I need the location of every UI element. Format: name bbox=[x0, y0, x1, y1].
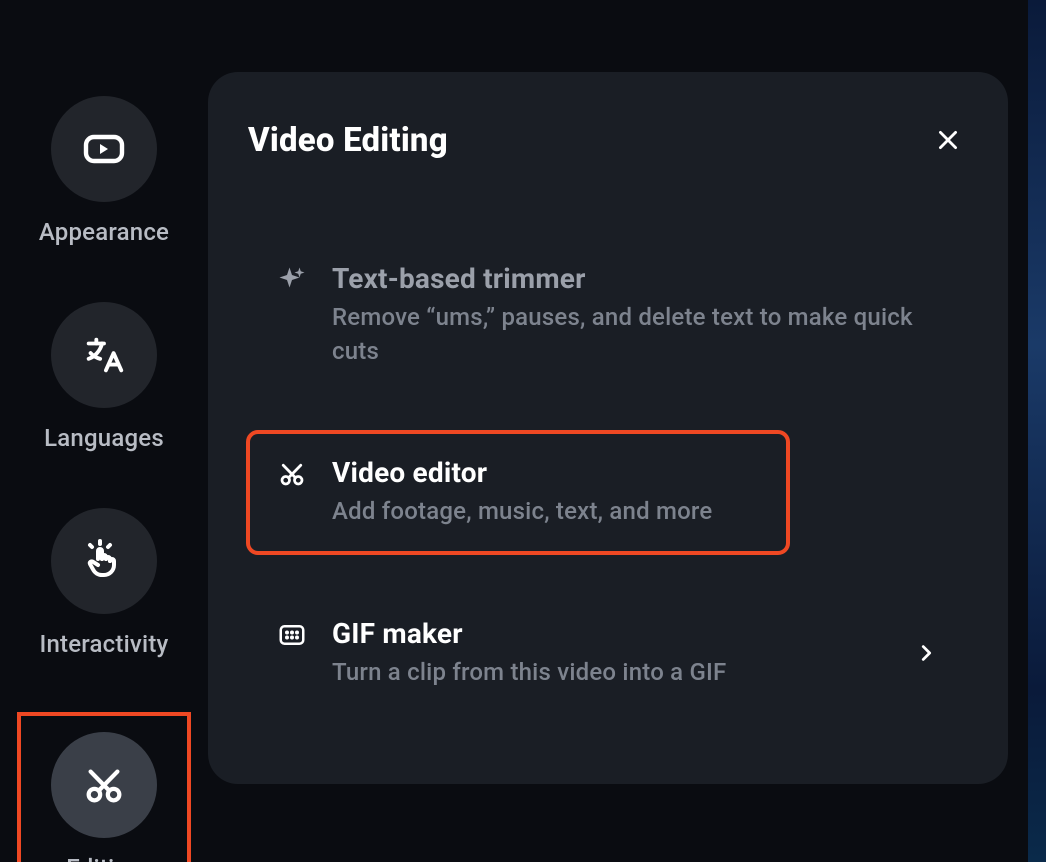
interactivity-icon bbox=[51, 508, 157, 614]
option-list: Text-based trimmer Remove “ums,” pauses,… bbox=[248, 238, 968, 713]
sidebar: Appearance Languages bbox=[0, 0, 208, 862]
gif-icon bbox=[276, 619, 308, 651]
sidebar-item-interactivity[interactable]: Interactivity bbox=[19, 508, 189, 658]
editing-icon bbox=[51, 732, 157, 838]
option-title: Text-based trimmer bbox=[332, 262, 940, 295]
sidebar-item-languages[interactable]: Languages bbox=[19, 302, 189, 452]
panel-header: Video Editing bbox=[248, 120, 968, 160]
option-desc: Add footage, music, text, and more bbox=[332, 495, 760, 529]
sidebar-item-label: Appearance bbox=[39, 218, 169, 246]
sidebar-item-label: Languages bbox=[44, 424, 164, 452]
video-editing-panel: Video Editing Text-based trimmer bbox=[208, 72, 1008, 784]
option-text: GIF maker Turn a clip from this video in… bbox=[332, 617, 888, 690]
option-text-based-trimmer[interactable]: Text-based trimmer Remove “ums,” pauses,… bbox=[248, 238, 968, 392]
sidebar-item-label: Interactivity bbox=[39, 630, 168, 658]
sidebar-item-label: Editing bbox=[66, 854, 141, 862]
option-text: Video editor Add footage, music, text, a… bbox=[332, 456, 760, 529]
close-button[interactable] bbox=[928, 120, 968, 160]
option-title: GIF maker bbox=[332, 617, 888, 650]
option-title: Video editor bbox=[332, 456, 760, 489]
option-video-editor[interactable]: Video editor Add footage, music, text, a… bbox=[248, 432, 788, 553]
panel-title: Video Editing bbox=[248, 121, 448, 160]
chevron-right-icon bbox=[912, 639, 940, 667]
option-desc: Turn a clip from this video into a GIF bbox=[332, 656, 888, 690]
scissors-icon bbox=[276, 458, 308, 490]
option-gif-maker[interactable]: GIF maker Turn a clip from this video in… bbox=[248, 593, 968, 714]
close-icon bbox=[935, 127, 961, 153]
sidebar-item-appearance[interactable]: Appearance bbox=[19, 96, 189, 246]
languages-icon bbox=[51, 302, 157, 408]
background-strip bbox=[1028, 0, 1046, 862]
appearance-icon bbox=[51, 96, 157, 202]
app-shell: Appearance Languages bbox=[0, 0, 1028, 862]
option-text: Text-based trimmer Remove “ums,” pauses,… bbox=[332, 262, 940, 368]
sparkle-icon bbox=[276, 264, 308, 296]
sidebar-item-editing[interactable]: Editing bbox=[19, 714, 189, 862]
option-desc: Remove “ums,” pauses, and delete text to… bbox=[332, 301, 940, 368]
